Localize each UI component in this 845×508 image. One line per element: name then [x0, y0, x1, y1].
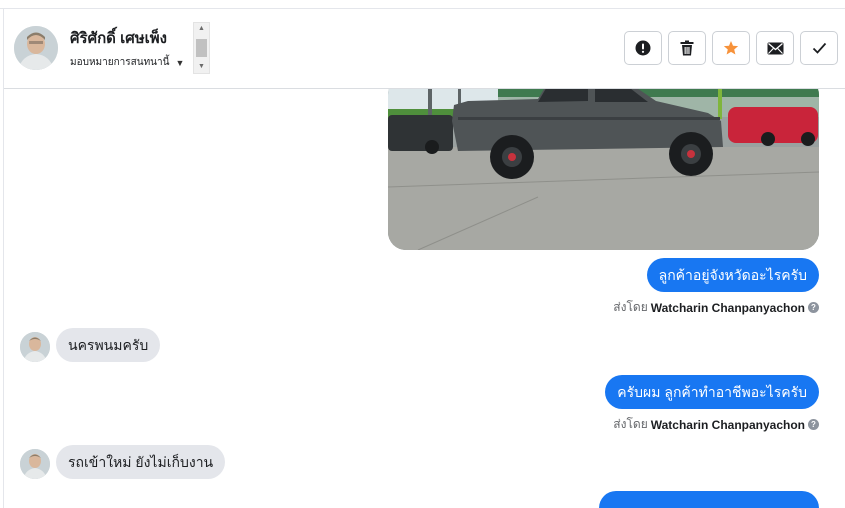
conversation-header: ศิริศักดิ์ เศษเพ็ง มอบหมายการสนทนานี้ ▼ …: [4, 9, 845, 89]
mark-spam-button[interactable]: [624, 31, 662, 65]
mark-done-button[interactable]: [800, 31, 838, 65]
contact-avatar-small: [20, 449, 50, 479]
envelope-icon: [767, 42, 783, 54]
sender-name[interactable]: Watcharin Chanpanyachon: [651, 418, 805, 432]
info-icon[interactable]: ?: [808, 302, 819, 313]
assign-label: มอบหมายการสนทนานี้: [70, 57, 170, 68]
outgoing-message-partial[interactable]: [599, 491, 819, 508]
contact-avatar-small: [20, 332, 50, 362]
sent-by-prefix: ส่งโดย: [613, 300, 648, 314]
star-icon: [723, 41, 739, 55]
exclamation-circle-icon: [635, 40, 651, 56]
incoming-message[interactable]: นครพนมครับ: [56, 328, 161, 362]
sent-by-label: ส่งโดย Watcharin Chanpanyachon ?: [613, 415, 819, 434]
sent-by-prefix: ส่งโดย: [613, 417, 648, 431]
outgoing-message[interactable]: ลูกค้าอยู่จังหวัดอะไรครับ: [646, 258, 819, 292]
contact-avatar[interactable]: [14, 26, 58, 70]
star-button[interactable]: [712, 31, 750, 65]
sender-name[interactable]: Watcharin Chanpanyachon: [651, 301, 805, 315]
sent-by-label: ส่งโดย Watcharin Chanpanyachon ?: [613, 298, 819, 317]
scrollbar-thumb[interactable]: [196, 39, 207, 57]
scroll-up-icon[interactable]: ▲: [194, 23, 209, 35]
trash-icon: [680, 40, 694, 56]
message-thread[interactable]: ลูกค้าอยู่จังหวัดอะไรครับ ส่งโดย Watchar…: [4, 89, 845, 508]
contact-name[interactable]: ศิริศักดิ์ เศษเพ็ง: [70, 26, 167, 50]
header-actions: [624, 31, 838, 65]
incoming-message[interactable]: รถเข้าใหม่ ยังไม่เก็บงาน: [56, 445, 226, 479]
assign-conversation-dropdown[interactable]: มอบหมายการสนทนานี้ ▼: [70, 55, 184, 70]
scroll-down-icon[interactable]: ▼: [194, 61, 209, 73]
info-icon[interactable]: ?: [808, 419, 819, 430]
image-message[interactable]: [388, 89, 819, 250]
mark-unread-button[interactable]: [756, 31, 794, 65]
checkmark-icon: [812, 42, 826, 54]
delete-button[interactable]: [668, 31, 706, 65]
name-scrollbar[interactable]: ▲ ▼: [193, 22, 210, 74]
caret-down-icon: ▼: [175, 57, 185, 68]
outgoing-message[interactable]: ครับผม ลูกค้าทำอาชีพอะไรครับ: [605, 375, 819, 409]
